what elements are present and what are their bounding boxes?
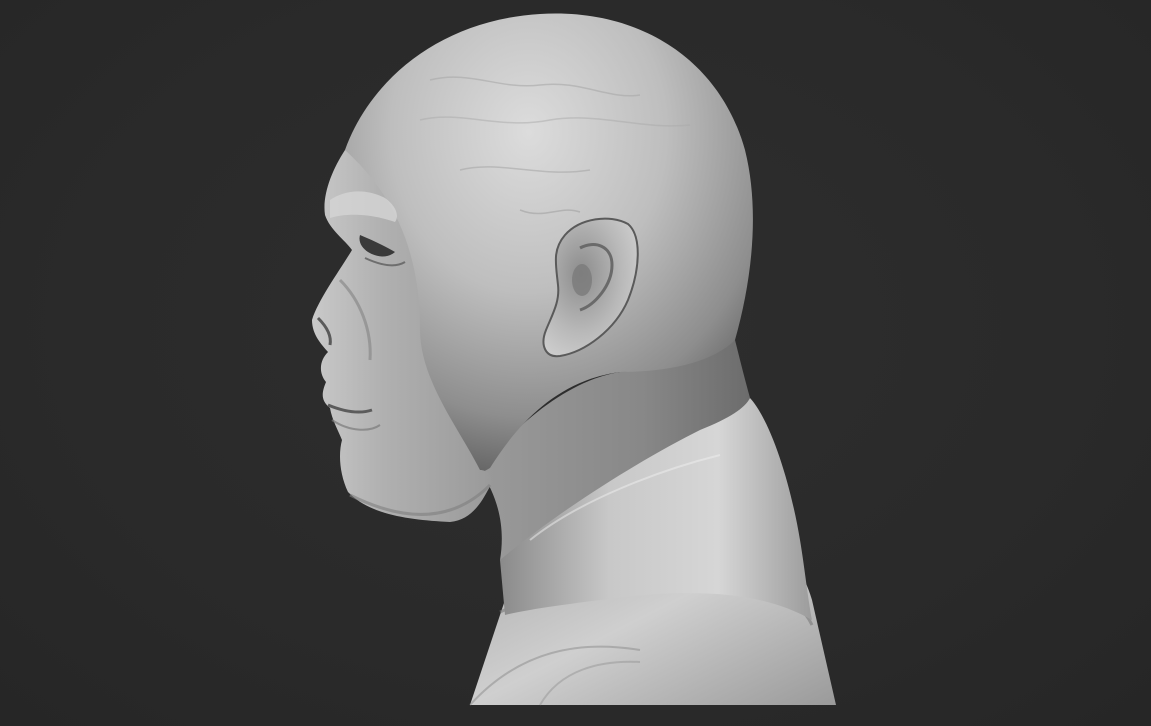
viewport	[0, 0, 1151, 726]
bust-render	[312, 13, 836, 706]
